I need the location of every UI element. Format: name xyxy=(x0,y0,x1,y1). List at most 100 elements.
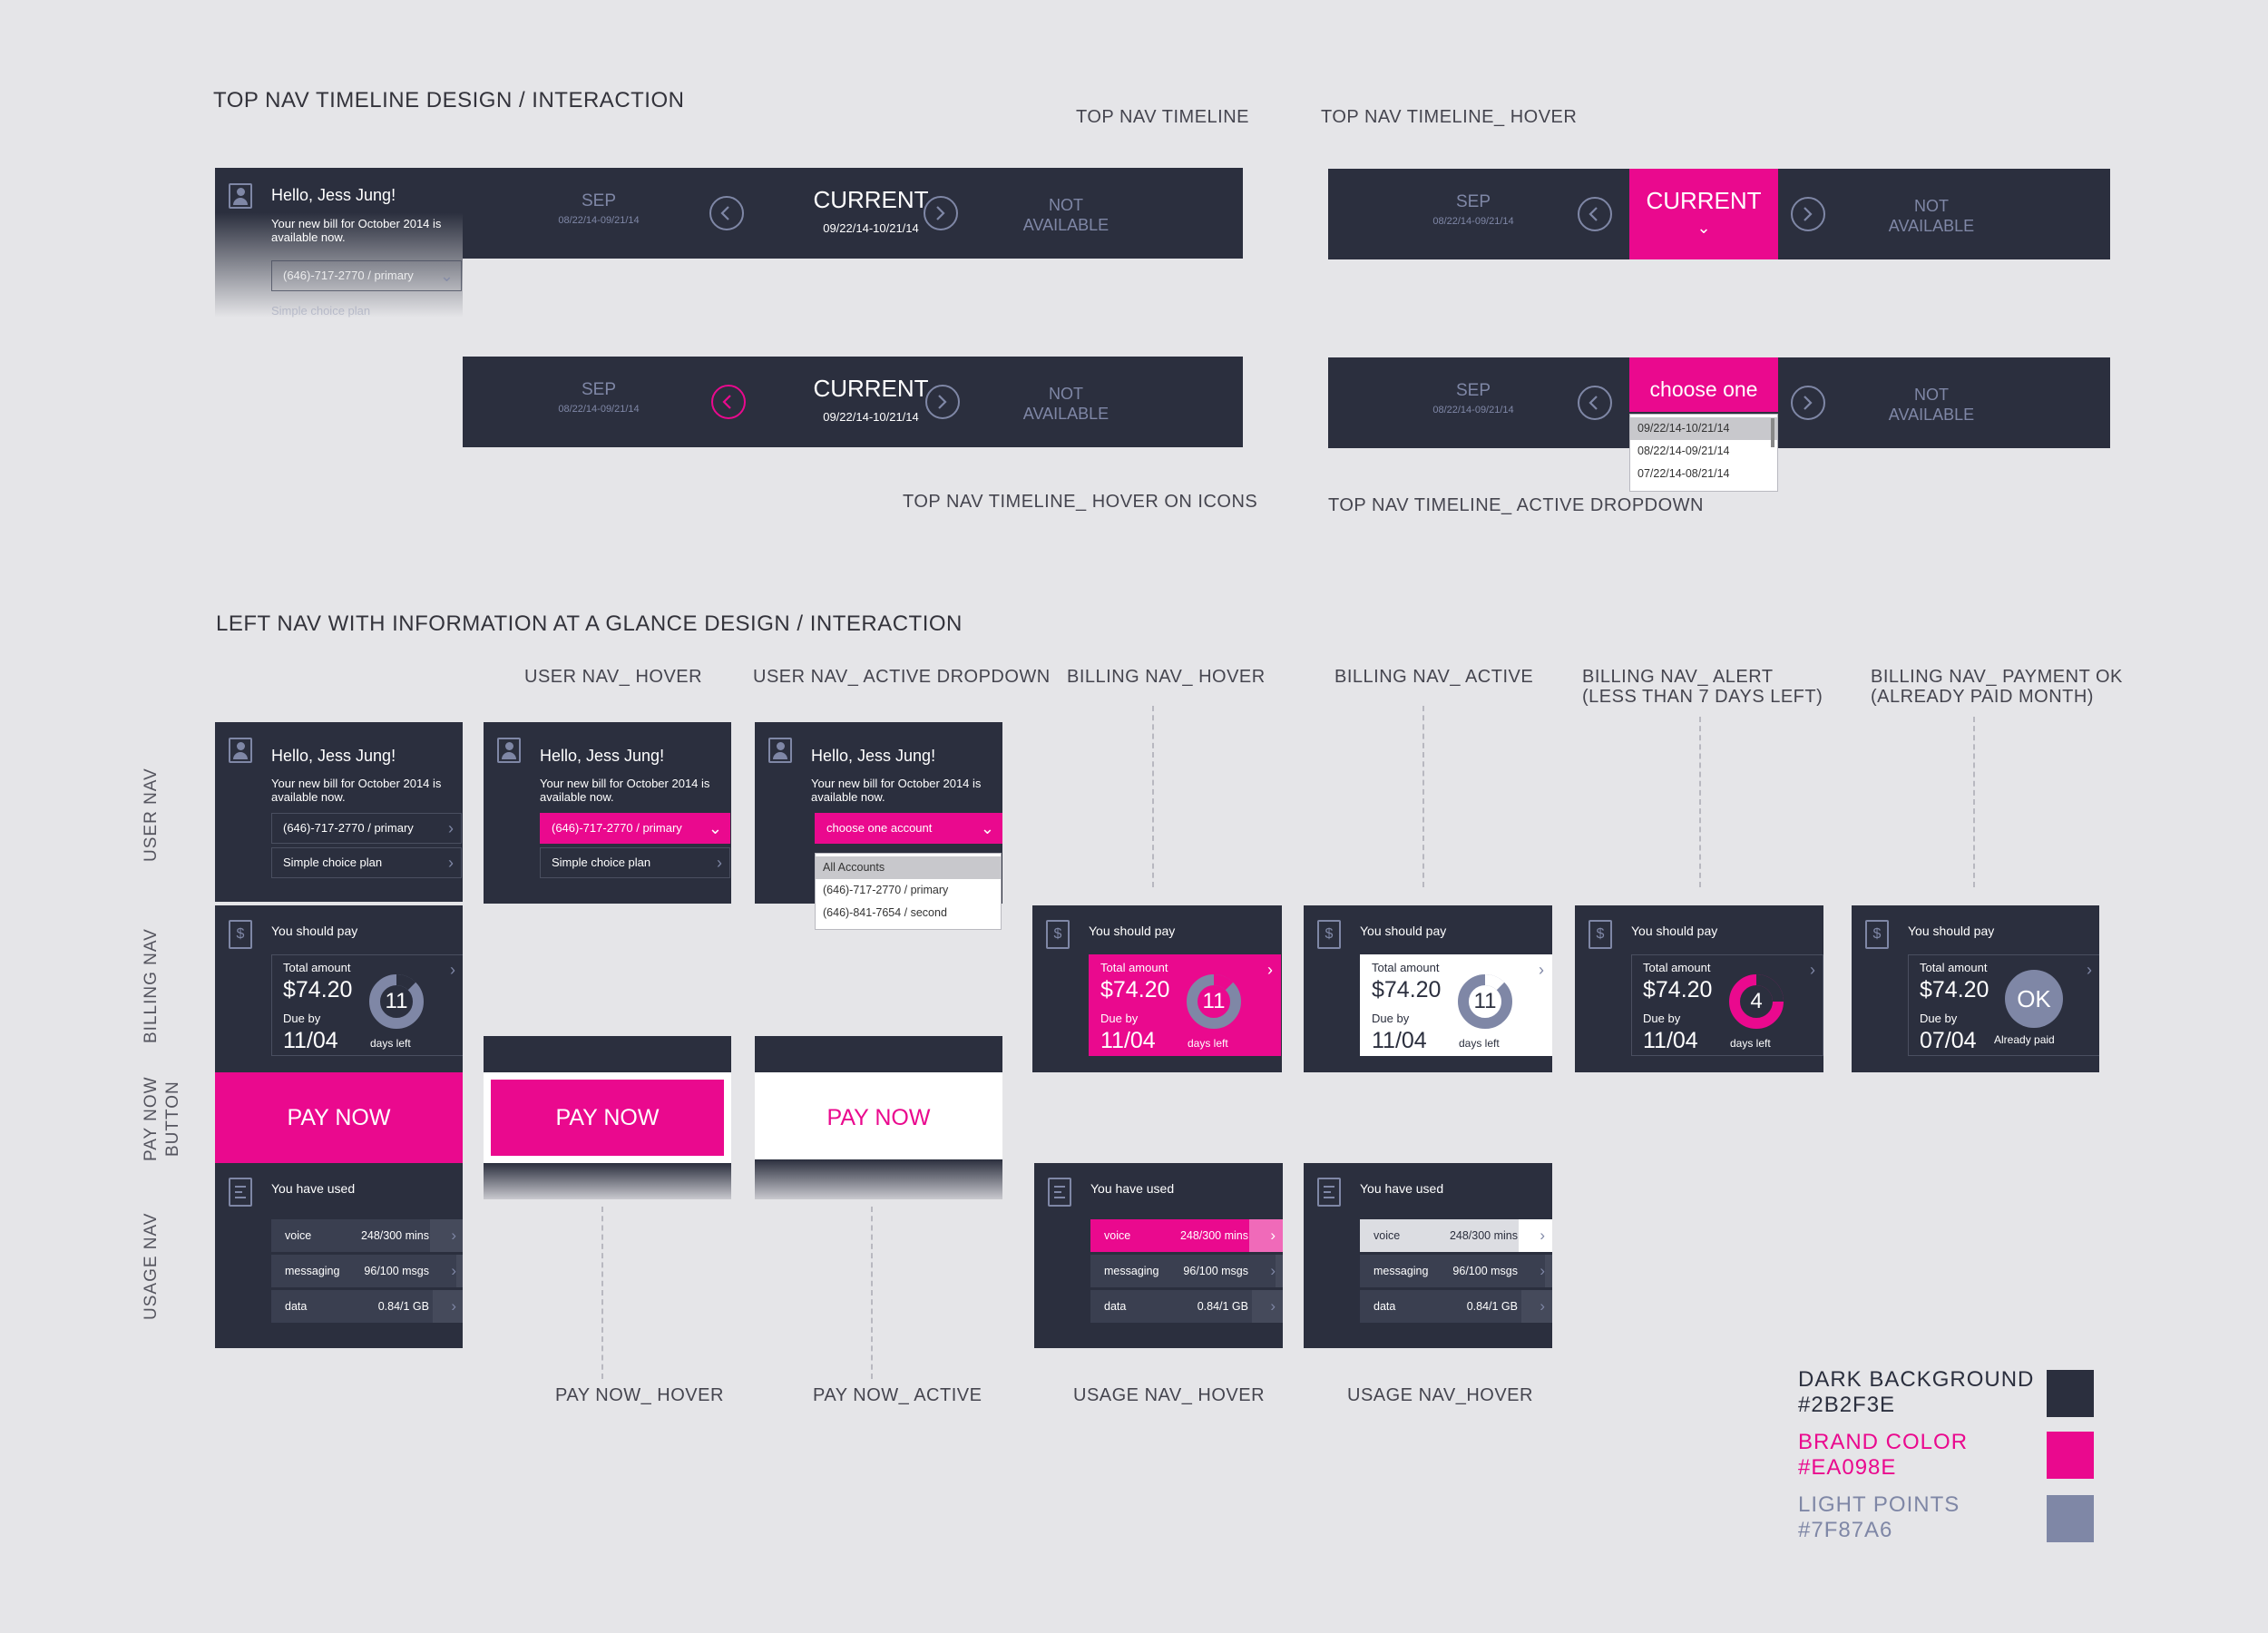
usage-value: 248/300 mins xyxy=(1449,1229,1518,1242)
user-nav-hover: Hello, Jess Jung! Your new bill for Octo… xyxy=(484,722,731,904)
billing-nav-hover[interactable]: $ You should pay Total amount $74.20 Due… xyxy=(1032,905,1282,1072)
prev-range: 08/22/14-09/21/14 xyxy=(1432,405,1514,416)
account-dropdown[interactable]: (646)-717-2770 / primary › xyxy=(271,813,462,844)
scrollbar[interactable] xyxy=(1771,418,1774,447)
usage-row-data[interactable]: data 0.84/1 GB › xyxy=(1090,1290,1283,1323)
timeline-prev[interactable]: SEP 08/22/14-09/21/14 xyxy=(1328,192,1618,227)
pay-now-label: PAY NOW xyxy=(826,1105,931,1130)
dollar-icon: $ xyxy=(1865,920,1889,949)
greeting: Hello, Jess Jung! xyxy=(811,747,936,765)
label-usage-hover-2: USAGE NAV_HOVER xyxy=(1347,1385,1533,1405)
choose-label: choose one xyxy=(1649,377,1758,401)
usage-row-voice[interactable]: voice 248/300 mins › xyxy=(1090,1219,1283,1252)
next-label-1: NOT xyxy=(1049,196,1083,214)
billing-nav-alert[interactable]: $ You should pay Total amount $74.20 Due… xyxy=(1575,905,1823,1072)
chevron-right-icon: › xyxy=(1540,1297,1545,1315)
plan-item[interactable]: Simple choice plan › xyxy=(540,847,730,878)
choose-account-label: choose one account xyxy=(826,821,933,835)
account-dropdown-hover[interactable]: (646)-717-2770 / primary ⌄ xyxy=(540,813,730,844)
next-arrow-icon[interactable] xyxy=(1791,197,1825,231)
plan-item[interactable]: Simple choice plan › xyxy=(271,847,462,878)
days-count: 11 xyxy=(1457,973,1513,1030)
timeline-prev[interactable]: SEP 08/22/14-09/21/14 xyxy=(463,191,735,226)
chevron-down-icon: ⌄ xyxy=(980,819,994,837)
usage-row-messaging[interactable]: messaging 96/100 msgs › xyxy=(1090,1255,1283,1287)
chevron-right-icon: › xyxy=(448,819,454,837)
account-option[interactable]: All Accounts xyxy=(816,856,1001,879)
timeline-next: NOT AVAILABLE xyxy=(962,384,1170,424)
usage-nav-hover[interactable]: You have used voice 248/300 mins › messagi… xyxy=(1034,1163,1283,1348)
dollar-icon: $ xyxy=(1589,920,1612,949)
billing-card[interactable]: Total amount $74.20 Due by 11/04 days le… xyxy=(1631,954,1823,1056)
billing-card[interactable]: Total amount $74.20 Due by 07/04 Already… xyxy=(1908,954,2099,1056)
pay-now-hover[interactable]: PAY NOW xyxy=(491,1080,724,1156)
usage-nav-hover-white[interactable]: You have used voice 248/300 mins › messagi… xyxy=(1304,1163,1552,1348)
days-number: 11 xyxy=(1473,989,1497,1013)
pay-now-default[interactable]: PAY NOW xyxy=(215,1072,463,1163)
billing-card[interactable]: Total amount $74.20 Due by 11/04 days le… xyxy=(1089,954,1281,1056)
prev-range: 08/22/14-09/21/14 xyxy=(558,404,640,415)
side-label-usage-nav: USAGE NAV xyxy=(142,1212,161,1320)
label-hover-on-icons: TOP NAV TIMELINE_ HOVER ON ICONS xyxy=(903,492,1258,512)
billing-card[interactable]: Total amount $74.20 Due by 11/04 days le… xyxy=(271,954,463,1056)
billing-nav-default[interactable]: $ You should pay Total amount $74.20 Due… xyxy=(215,905,463,1072)
dropdown-option[interactable]: 09/22/14-10/21/14 xyxy=(1630,417,1777,440)
usage-row-data[interactable]: data 0.84/1 GB › xyxy=(271,1290,463,1323)
legend-dark-hex: #2B2F3E xyxy=(1798,1393,1896,1417)
due-label: Due by xyxy=(1372,1012,1410,1025)
pay-now-hover-wrap: PAY NOW xyxy=(484,1036,731,1199)
prev-arrow-icon[interactable] xyxy=(709,196,744,230)
account-label: (646)-717-2770 / primary xyxy=(552,821,682,835)
due-label: Due by xyxy=(1643,1012,1681,1025)
greeting: Hello, Jess Jung! xyxy=(540,747,665,765)
label-top-nav-timeline: TOP NAV TIMELINE xyxy=(1076,107,1250,127)
next-arrow-icon[interactable] xyxy=(1791,386,1825,420)
chevron-right-icon: › xyxy=(450,961,455,979)
chevron-right-icon: › xyxy=(1540,1262,1545,1279)
dropdown-option[interactable]: 07/22/14-08/21/14 xyxy=(1630,463,1777,485)
pay-now-active[interactable]: PAY NOW xyxy=(755,1036,1002,1199)
bill-message: Your new bill for October 2014 is availa… xyxy=(271,217,442,244)
chevron-right-icon: › xyxy=(1270,1262,1276,1279)
usage-row-voice[interactable]: voice 248/300 mins › xyxy=(271,1219,463,1252)
account-option[interactable]: (646)-841-7654 / second xyxy=(816,902,1001,924)
prev-arrow-icon[interactable] xyxy=(1578,386,1612,420)
dollar-icon: $ xyxy=(229,920,252,949)
due-date: 11/04 xyxy=(1643,1028,1698,1053)
usage-row-data[interactable]: data 0.84/1 GB › xyxy=(1360,1290,1552,1323)
choose-account-dropdown[interactable]: choose one account ⌄ xyxy=(815,813,1002,844)
chevron-right-icon: › xyxy=(451,1227,456,1244)
billing-nav-active[interactable]: $ You should pay Total amount $74.20 Due… xyxy=(1304,905,1552,1072)
chevron-right-icon: › xyxy=(451,1262,456,1279)
timeline-hover-icons: SEP 08/22/14-09/21/14 CURRENT 09/22/14-10/… xyxy=(463,357,1243,447)
chevron-right-icon: › xyxy=(1539,961,1544,979)
timeline-current-hover[interactable]: CURRENT ⌄ xyxy=(1629,169,1778,259)
billing-card[interactable]: Total amount $74.20 Due by 11/04 days le… xyxy=(1360,954,1552,1056)
usage-nav-default[interactable]: You have used voice 248/300 mins › messagi… xyxy=(215,1163,463,1348)
total-label: Total amount xyxy=(1643,961,1711,974)
connector-line xyxy=(601,1207,603,1379)
legend-light-hex: #7F87A6 xyxy=(1798,1518,1893,1542)
prev-arrow-icon[interactable] xyxy=(711,385,746,419)
next-label-2: AVAILABLE xyxy=(1888,406,1975,424)
amount: $74.20 xyxy=(1643,977,1713,1002)
usage-row-messaging[interactable]: messaging 96/100 msgs › xyxy=(1360,1255,1552,1287)
timeline-prev[interactable]: SEP 08/22/14-09/21/14 xyxy=(1328,381,1618,416)
legend-brand-hex: #EA098E xyxy=(1798,1455,1897,1480)
user-icon xyxy=(768,738,792,763)
chevron-right-icon: › xyxy=(451,1297,456,1315)
timeline-prev[interactable]: SEP 08/22/14-09/21/14 xyxy=(463,380,735,415)
choose-one-button[interactable]: choose one xyxy=(1629,357,1778,412)
next-arrow-icon[interactable] xyxy=(924,196,958,230)
usage-name: data xyxy=(285,1300,308,1313)
account-option[interactable]: (646)-717-2770 / primary xyxy=(816,879,1001,902)
account-dropdown[interactable]: (646)-717-2770 / primary ⌄ xyxy=(271,260,462,291)
next-arrow-icon[interactable] xyxy=(925,385,960,419)
due-date: 11/04 xyxy=(283,1028,338,1053)
usage-row-voice[interactable]: voice 248/300 mins › xyxy=(1360,1219,1552,1252)
prev-arrow-icon[interactable] xyxy=(1578,197,1612,231)
dropdown-option[interactable]: 08/22/14-09/21/14 xyxy=(1630,440,1777,463)
usage-row-messaging[interactable]: messaging 96/100 msgs › xyxy=(271,1255,463,1287)
plan-label: Simple choice plan xyxy=(552,856,651,869)
billing-nav-payment-ok[interactable]: $ You should pay Total amount $74.20 Due… xyxy=(1852,905,2099,1072)
